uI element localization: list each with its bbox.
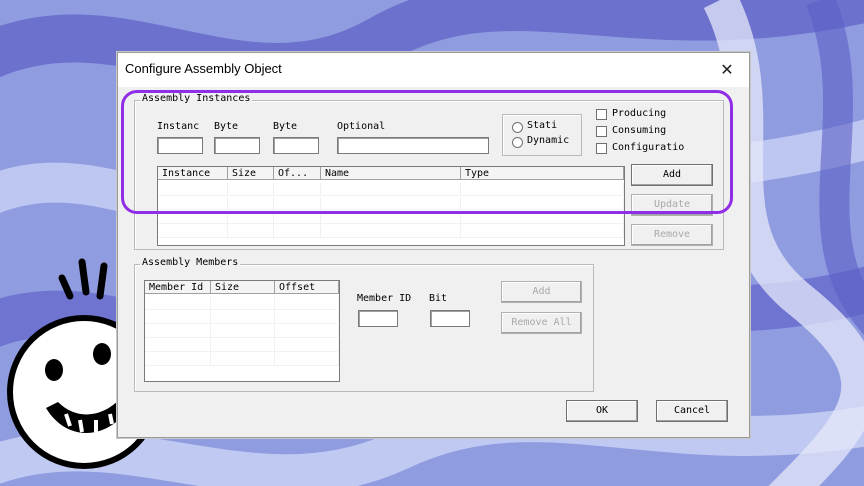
assembly-members-group: Assembly Members Member Id Size Offset M… — [134, 257, 594, 392]
assembly-members-legend: Assembly Members — [140, 257, 241, 268]
remove-instance-button[interactable]: Remove — [631, 224, 713, 246]
table-row — [145, 311, 339, 324]
add-member-button[interactable]: Add — [501, 281, 582, 303]
window-title: Configure Assembly Object — [125, 61, 282, 76]
close-icon[interactable]: ✕ — [713, 57, 741, 83]
ok-button[interactable]: OK — [566, 400, 638, 422]
table-row — [145, 339, 339, 352]
bit-label: Bit — [429, 293, 448, 304]
members-table[interactable]: Member Id Size Offset — [144, 280, 340, 382]
members-table-header: Member Id Size Offset — [145, 281, 339, 295]
table-row — [158, 225, 624, 238]
member-id-label: Member ID — [357, 293, 412, 304]
table-row — [145, 325, 339, 338]
title-bar: Configure Assembly Object ✕ — [118, 53, 749, 87]
column-header-offset[interactable]: Offset — [275, 281, 339, 294]
remove-all-members-button[interactable]: Remove All — [501, 312, 582, 334]
column-header-member-id[interactable]: Member Id — [145, 281, 211, 294]
member-id-input[interactable] — [358, 310, 398, 327]
table-row — [145, 297, 339, 310]
cancel-button[interactable]: Cancel — [656, 400, 728, 422]
table-row — [145, 353, 339, 366]
bit-input[interactable] — [430, 310, 470, 327]
column-header-size[interactable]: Size — [211, 281, 275, 294]
highlight-annotation — [121, 90, 733, 214]
